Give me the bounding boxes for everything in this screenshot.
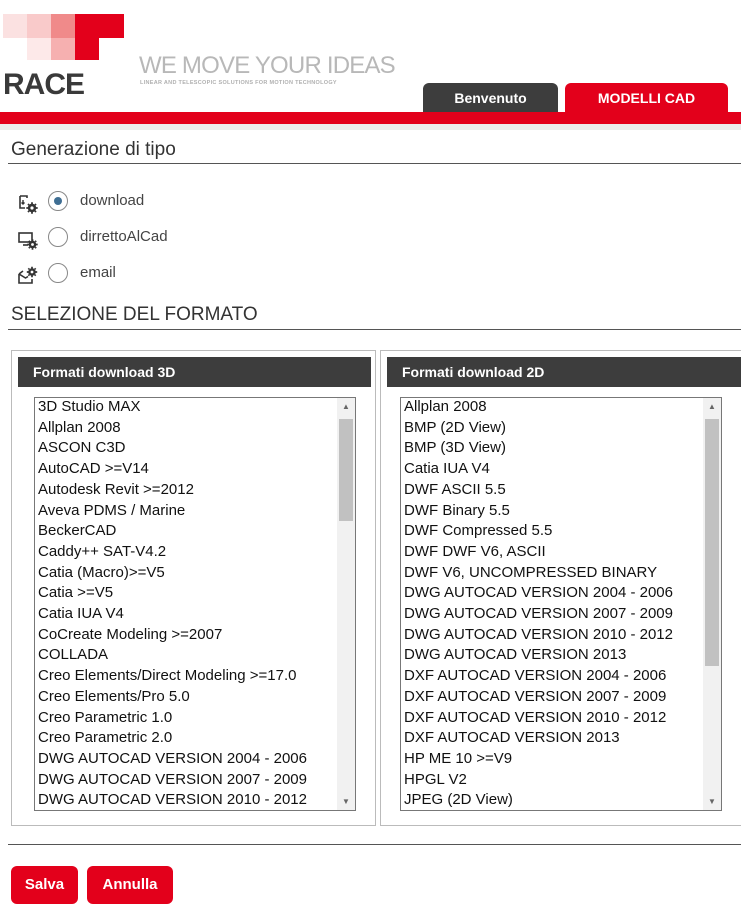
list-3d-items: 3D Studio MAX Allplan 2008 ASCON C3D AutoCA… bbox=[38, 398, 335, 810]
list-item[interactable]: DWG AUTOCAD VERSION 2004 - 2006 bbox=[404, 583, 701, 604]
radio-email[interactable] bbox=[48, 263, 68, 283]
race-logo: RACE bbox=[0, 14, 130, 100]
list-item[interactable]: Creo Parametric 1.0 bbox=[38, 708, 335, 729]
list-item[interactable]: Caddy++ SAT-V4.2 bbox=[38, 542, 335, 563]
list-item[interactable]: DWG AUTOCAD VERSION 2007 - 2009 bbox=[38, 770, 335, 791]
list-item[interactable]: Catia IUA V4 bbox=[404, 459, 701, 480]
email-gear-icon bbox=[18, 266, 38, 284]
tagline: WE MOVE YOUR IDEAS bbox=[139, 52, 396, 79]
generation-divider bbox=[8, 163, 741, 164]
header-divider bbox=[0, 124, 741, 130]
list-item[interactable]: BMP (2D View) bbox=[404, 418, 701, 439]
list-item[interactable]: Aveva PDMS / Marine bbox=[38, 501, 335, 522]
radio-label-download[interactable]: download bbox=[80, 192, 144, 209]
save-button[interactable]: Salva bbox=[11, 866, 78, 904]
monitor-gear-icon bbox=[18, 232, 38, 250]
panel-3d-formats: Formati download 3D 3D Studio MAX Allplan… bbox=[11, 350, 376, 826]
list-item[interactable]: Creo Elements/Direct Modeling >=17.0 bbox=[38, 666, 335, 687]
cancel-button[interactable]: Annulla bbox=[87, 866, 173, 904]
format-divider bbox=[8, 329, 741, 330]
panel-3d-header: Formati download 3D bbox=[18, 357, 371, 387]
list-item[interactable]: HP ME 10 >=V9 bbox=[404, 749, 701, 770]
list-item[interactable]: DWF ASCII 5.5 bbox=[404, 480, 701, 501]
list-item[interactable]: DWF Binary 5.5 bbox=[404, 501, 701, 522]
list-item[interactable]: Creo Parametric 2.0 bbox=[38, 728, 335, 749]
listbox-3d-formats[interactable]: 3D Studio MAX Allplan 2008 ASCON C3D AutoCA… bbox=[34, 397, 356, 811]
list-item[interactable]: DWG AUTOCAD VERSION 2013 bbox=[404, 645, 701, 666]
list-item[interactable]: DXF AUTOCAD VERSION 2010 - 2012 bbox=[404, 708, 701, 729]
radio-dirrettoalcad[interactable] bbox=[48, 227, 68, 247]
radio-label-dirrettoalcad[interactable]: dirrettoAlCad bbox=[80, 228, 168, 245]
list-item[interactable]: Catia >=V5 bbox=[38, 583, 335, 604]
list-item[interactable]: Catia IUA V4 bbox=[38, 604, 335, 625]
list-item[interactable]: BeckerCAD bbox=[38, 521, 335, 542]
scroll-up-arrow-icon[interactable]: ▲ bbox=[337, 398, 355, 415]
scroll-thumb[interactable] bbox=[705, 419, 719, 666]
logo-text: RACE bbox=[3, 68, 85, 101]
list-item[interactable]: Creo Elements/Pro 5.0 bbox=[38, 687, 335, 708]
list-item[interactable]: DWF DWF V6, ASCII bbox=[404, 542, 701, 563]
list-item[interactable]: Catia (Macro)>=V5 bbox=[38, 563, 335, 584]
list-item[interactable]: ASCON C3D bbox=[38, 438, 335, 459]
listbox-2d-scrollbar[interactable]: ▲ ▼ bbox=[703, 398, 721, 810]
list-2d-items: Allplan 2008 BMP (2D View) BMP (3D View) Ca… bbox=[404, 398, 701, 810]
list-item[interactable]: DWF Compressed 5.5 bbox=[404, 521, 701, 542]
scroll-thumb[interactable] bbox=[339, 419, 353, 521]
listbox-3d-scrollbar[interactable]: ▲ ▼ bbox=[337, 398, 355, 810]
list-item[interactable]: AutoCAD >=V14 bbox=[38, 459, 335, 480]
list-item[interactable]: DXF AUTOCAD VERSION 2004 - 2006 bbox=[404, 666, 701, 687]
list-item[interactable]: DXF AUTOCAD VERSION 2013 bbox=[404, 728, 701, 749]
format-title: SELEZIONE DEL FORMATO bbox=[11, 304, 258, 325]
list-item[interactable]: DWF V6, UNCOMPRESSED BINARY bbox=[404, 563, 701, 584]
page-header: RACE WE MOVE YOUR IDEAS LINEAR AND TELES… bbox=[0, 0, 741, 124]
list-item[interactable]: Allplan 2008 bbox=[38, 418, 335, 439]
list-item[interactable]: DWG AUTOCAD VERSION 2010 - 2012 bbox=[404, 625, 701, 646]
list-item[interactable]: Autodesk Revit >=2012 bbox=[38, 480, 335, 501]
list-item[interactable]: JPEG (2D View) bbox=[404, 790, 701, 810]
subtagline: LINEAR AND TELESCOPIC SOLUTIONS FOR MOTI… bbox=[140, 80, 337, 86]
radio-label-email[interactable]: email bbox=[80, 264, 116, 281]
footer-divider bbox=[8, 844, 741, 845]
scroll-up-arrow-icon[interactable]: ▲ bbox=[703, 398, 721, 415]
scroll-down-arrow-icon[interactable]: ▼ bbox=[703, 793, 721, 810]
list-item[interactable]: DWG AUTOCAD VERSION 2007 - 2009 bbox=[404, 604, 701, 625]
list-item[interactable]: Allplan 2008 bbox=[404, 398, 701, 418]
tab-benvenuto[interactable]: Benvenuto bbox=[423, 83, 558, 113]
list-item[interactable]: CoCreate Modeling >=2007 bbox=[38, 625, 335, 646]
list-item[interactable]: DXF AUTOCAD VERSION 2007 - 2009 bbox=[404, 687, 701, 708]
header-red-bar bbox=[0, 112, 741, 124]
panel-2d-header: Formati download 2D bbox=[387, 357, 741, 387]
list-item[interactable]: DWG AUTOCAD VERSION 2004 - 2006 bbox=[38, 749, 335, 770]
tab-modelli-cad[interactable]: MODELLI CAD bbox=[565, 83, 728, 113]
list-item[interactable]: 3D Studio MAX bbox=[38, 398, 335, 418]
radio-download[interactable] bbox=[48, 191, 68, 211]
listbox-2d-formats[interactable]: Allplan 2008 BMP (2D View) BMP (3D View) Ca… bbox=[400, 397, 722, 811]
generation-title: Generazione di tipo bbox=[11, 139, 176, 160]
list-item[interactable]: COLLADA bbox=[38, 645, 335, 666]
scroll-down-arrow-icon[interactable]: ▼ bbox=[337, 793, 355, 810]
list-item[interactable]: BMP (3D View) bbox=[404, 438, 701, 459]
download-gear-icon bbox=[19, 195, 38, 214]
list-item[interactable]: HPGL V2 bbox=[404, 770, 701, 791]
panel-2d-formats: Formati download 2D Allplan 2008 BMP (2D … bbox=[380, 350, 741, 826]
list-item[interactable]: DWG AUTOCAD VERSION 2010 - 2012 bbox=[38, 790, 335, 810]
